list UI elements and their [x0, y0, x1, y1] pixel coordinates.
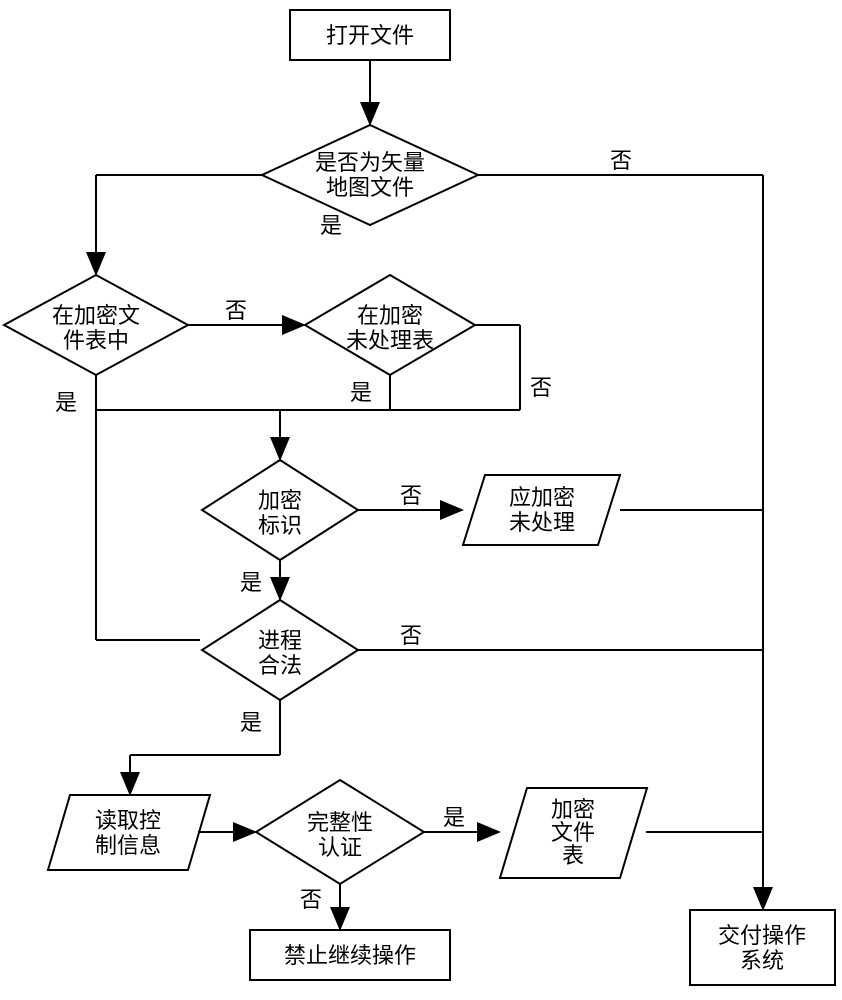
- deliver-os-label-1: 交付操作: [718, 923, 806, 948]
- no-label-2: 否: [225, 298, 247, 323]
- no-label-6: 否: [300, 887, 322, 912]
- encrypted-file-table-label-1: 加密: [551, 797, 595, 822]
- open-file-label: 打开文件: [326, 23, 414, 48]
- should-encrypt-unprocessed-label-2: 未处理: [509, 510, 575, 535]
- yes-label-6: 是: [443, 805, 465, 830]
- no-label-1: 否: [610, 148, 632, 173]
- yes-label-4: 是: [240, 570, 262, 595]
- in-unprocessed-table-label-2: 未处理表: [346, 328, 434, 353]
- process-legal-label-2: 合法: [258, 653, 302, 678]
- no-label-5: 否: [400, 623, 422, 648]
- is-vector-map-label-1: 是否为矢量: [315, 150, 425, 175]
- integrity-auth-label-2: 认证: [318, 835, 362, 860]
- yes-label-3: 是: [55, 390, 77, 415]
- should-encrypt-unprocessed-label-1: 应加密: [509, 485, 575, 510]
- integrity-auth-label-1: 完整性: [307, 810, 373, 835]
- flowchart-diagram: 打开文件 是否为矢量 地图文件 否 是 在加密文 件表中 否 在加密 未处理表 …: [0, 0, 842, 1000]
- in-encrypted-table-label-2: 件表中: [63, 328, 129, 353]
- is-vector-map-label-2: 地图文件: [326, 175, 414, 200]
- yes-label-5: 是: [240, 710, 262, 735]
- deliver-os-label-2: 系统: [740, 948, 784, 973]
- encrypt-flag-label-2: 标识: [258, 513, 302, 538]
- process-legal-label-1: 进程: [258, 628, 302, 653]
- encrypt-flag-label-1: 加密: [258, 488, 302, 513]
- yes-label-2: 是: [350, 380, 372, 405]
- read-control-info-label-2: 制信息: [95, 833, 161, 858]
- in-encrypted-table-label-1: 在加密文: [52, 303, 140, 328]
- forbid-continue-label: 禁止继续操作: [284, 943, 416, 968]
- no-label-4: 否: [400, 483, 422, 508]
- no-label-3: 否: [530, 375, 552, 400]
- encrypted-file-table-label-2: 文件: [551, 820, 595, 845]
- yes-label-1: 是: [320, 213, 342, 238]
- in-unprocessed-table-label-1: 在加密: [357, 303, 423, 328]
- encrypted-file-table-label-3: 表: [562, 843, 584, 868]
- read-control-info-label-1: 读取控: [95, 808, 161, 833]
